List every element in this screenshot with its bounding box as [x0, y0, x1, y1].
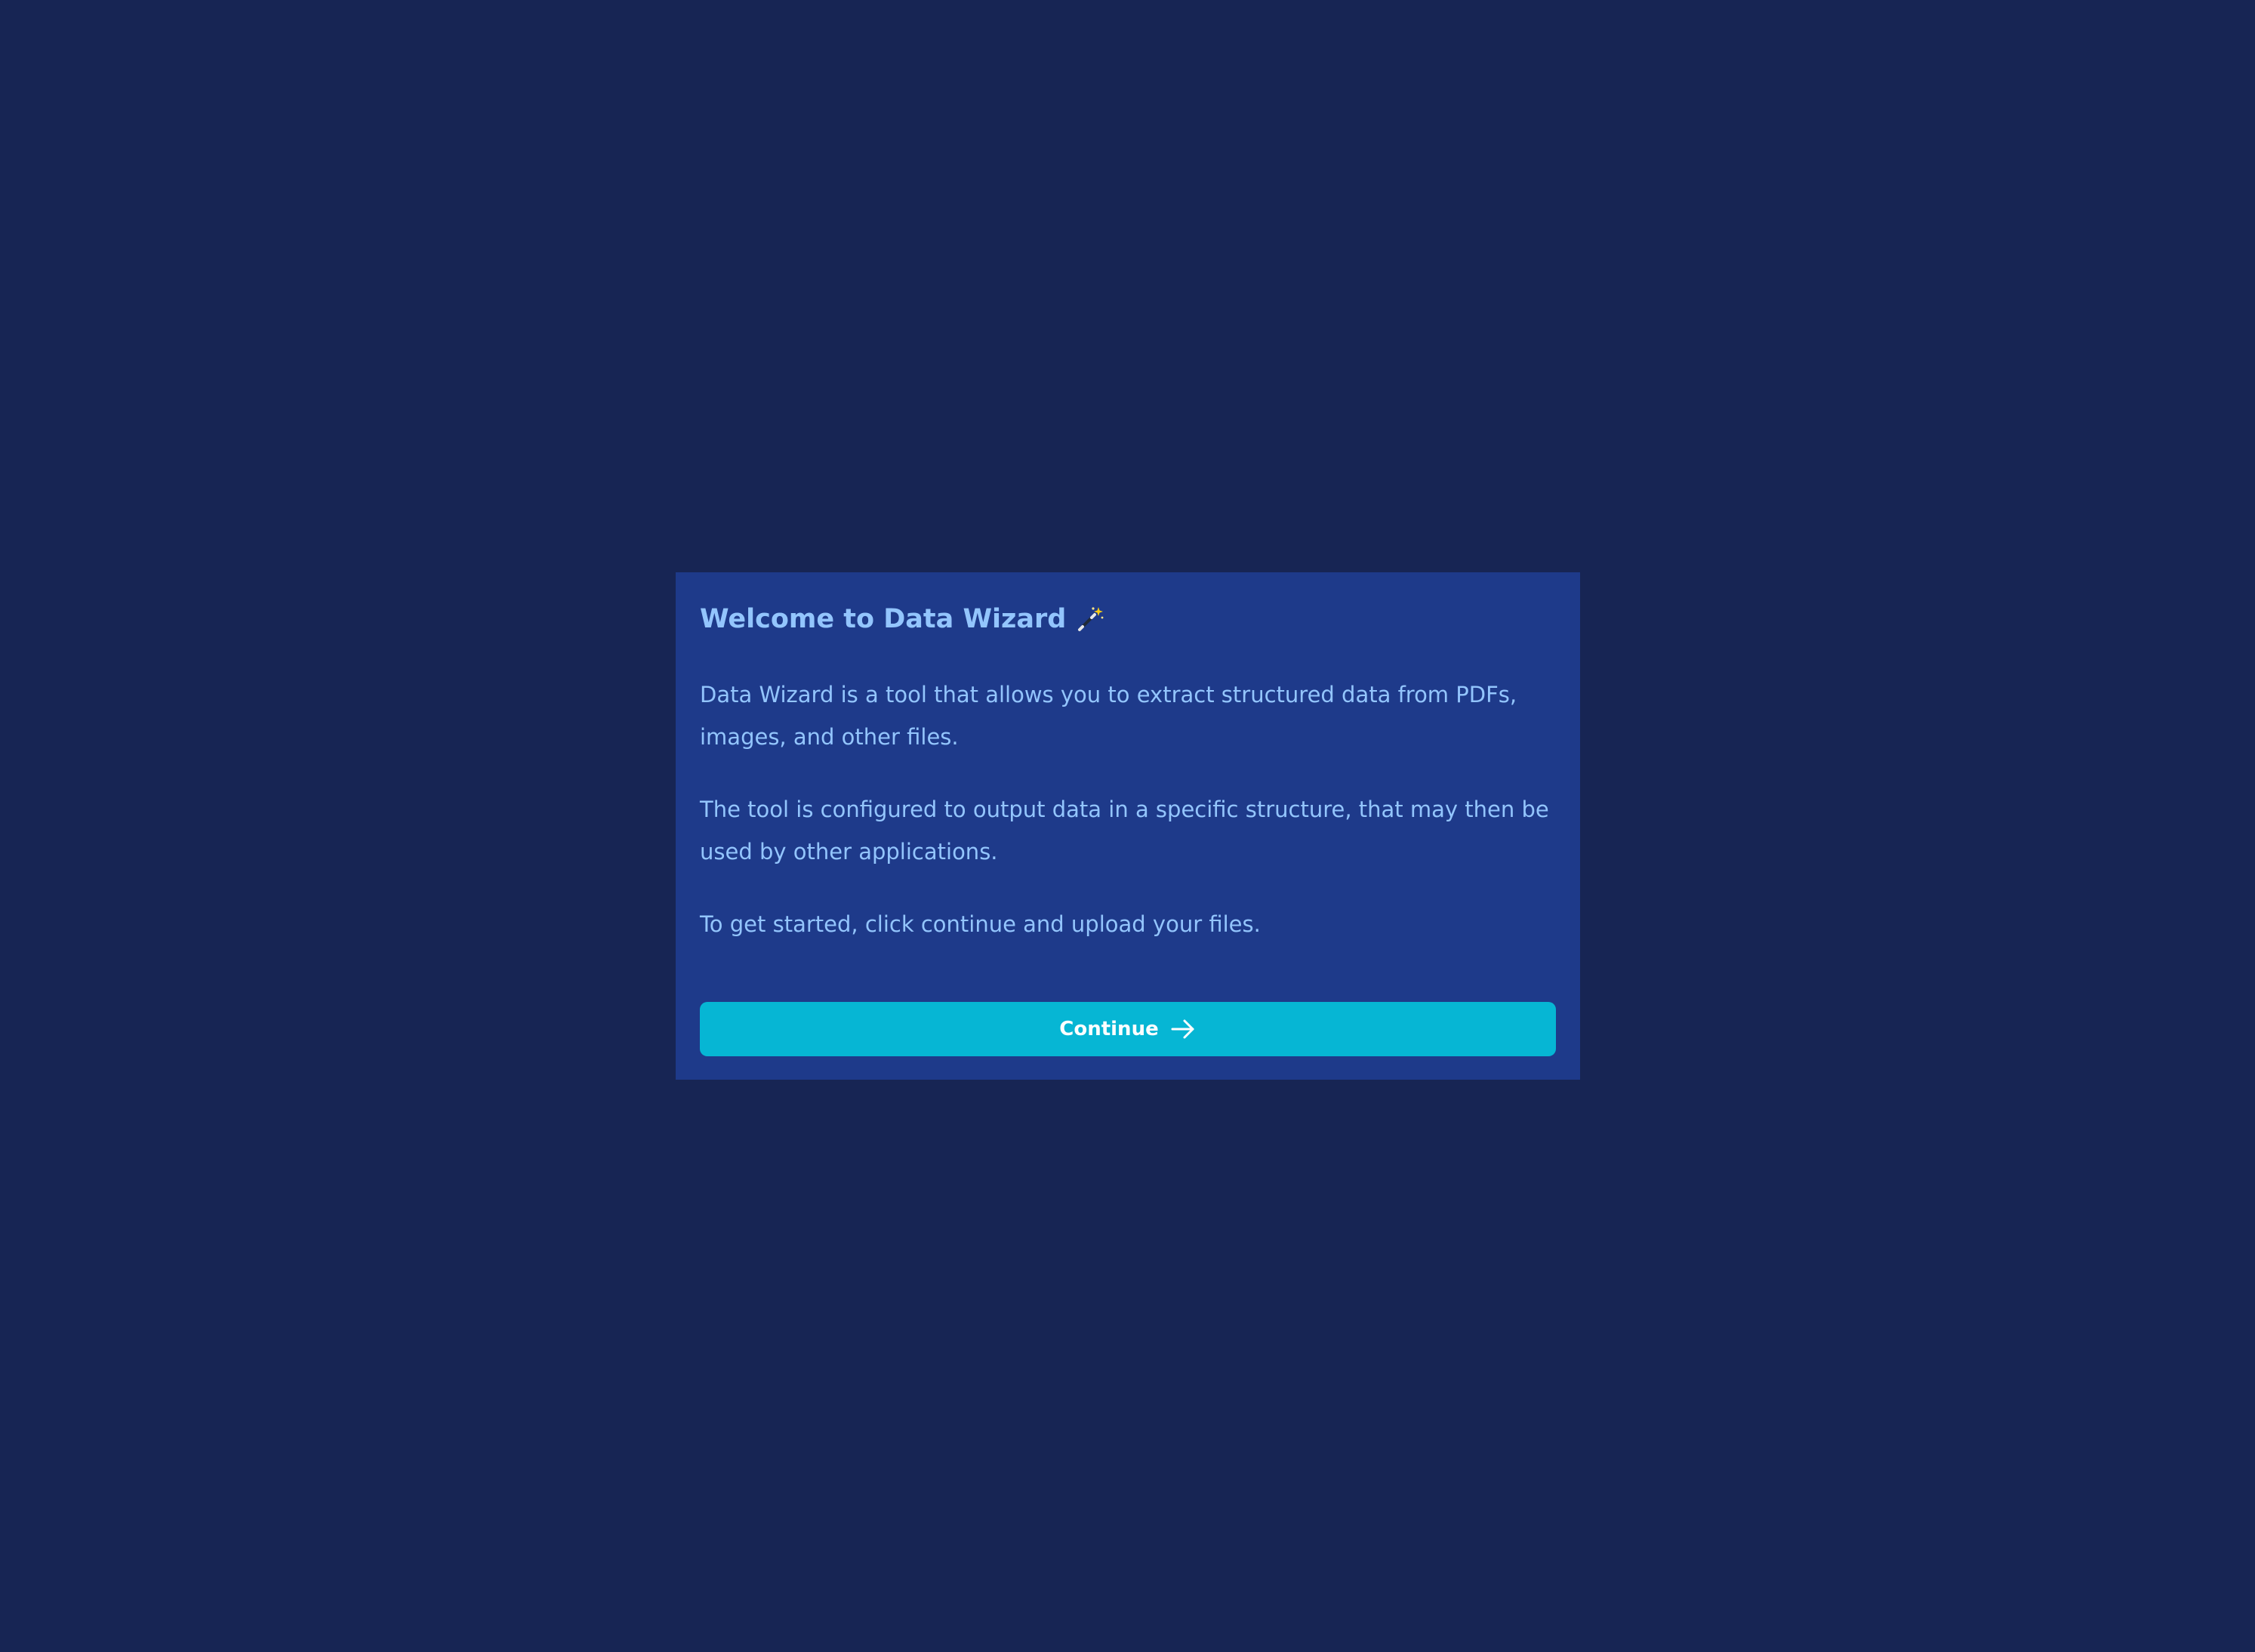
page-background: { "dialog": { "title": "Welcome to Data … [0, 0, 2255, 1652]
continue-button[interactable]: Continue [700, 1002, 1556, 1056]
structure-paragraph: The tool is configured to output data in… [700, 797, 1549, 865]
magic-wand-icon [1075, 604, 1105, 634]
arrow-right-icon [1169, 1016, 1197, 1043]
dialog-title-text: Welcome to Data Wizard [700, 604, 1067, 634]
get-started-paragraph: To get started, click continue and uploa… [700, 911, 1261, 937]
continue-button-label: Continue [1059, 1018, 1159, 1040]
dialog-title: Welcome to Data Wizard [700, 596, 1556, 642]
intro-paragraph: Data Wizard is a tool that allows you to… [700, 682, 1517, 750]
welcome-dialog: Welcome to Data Wizard Data Wizard is a … [676, 572, 1580, 1080]
